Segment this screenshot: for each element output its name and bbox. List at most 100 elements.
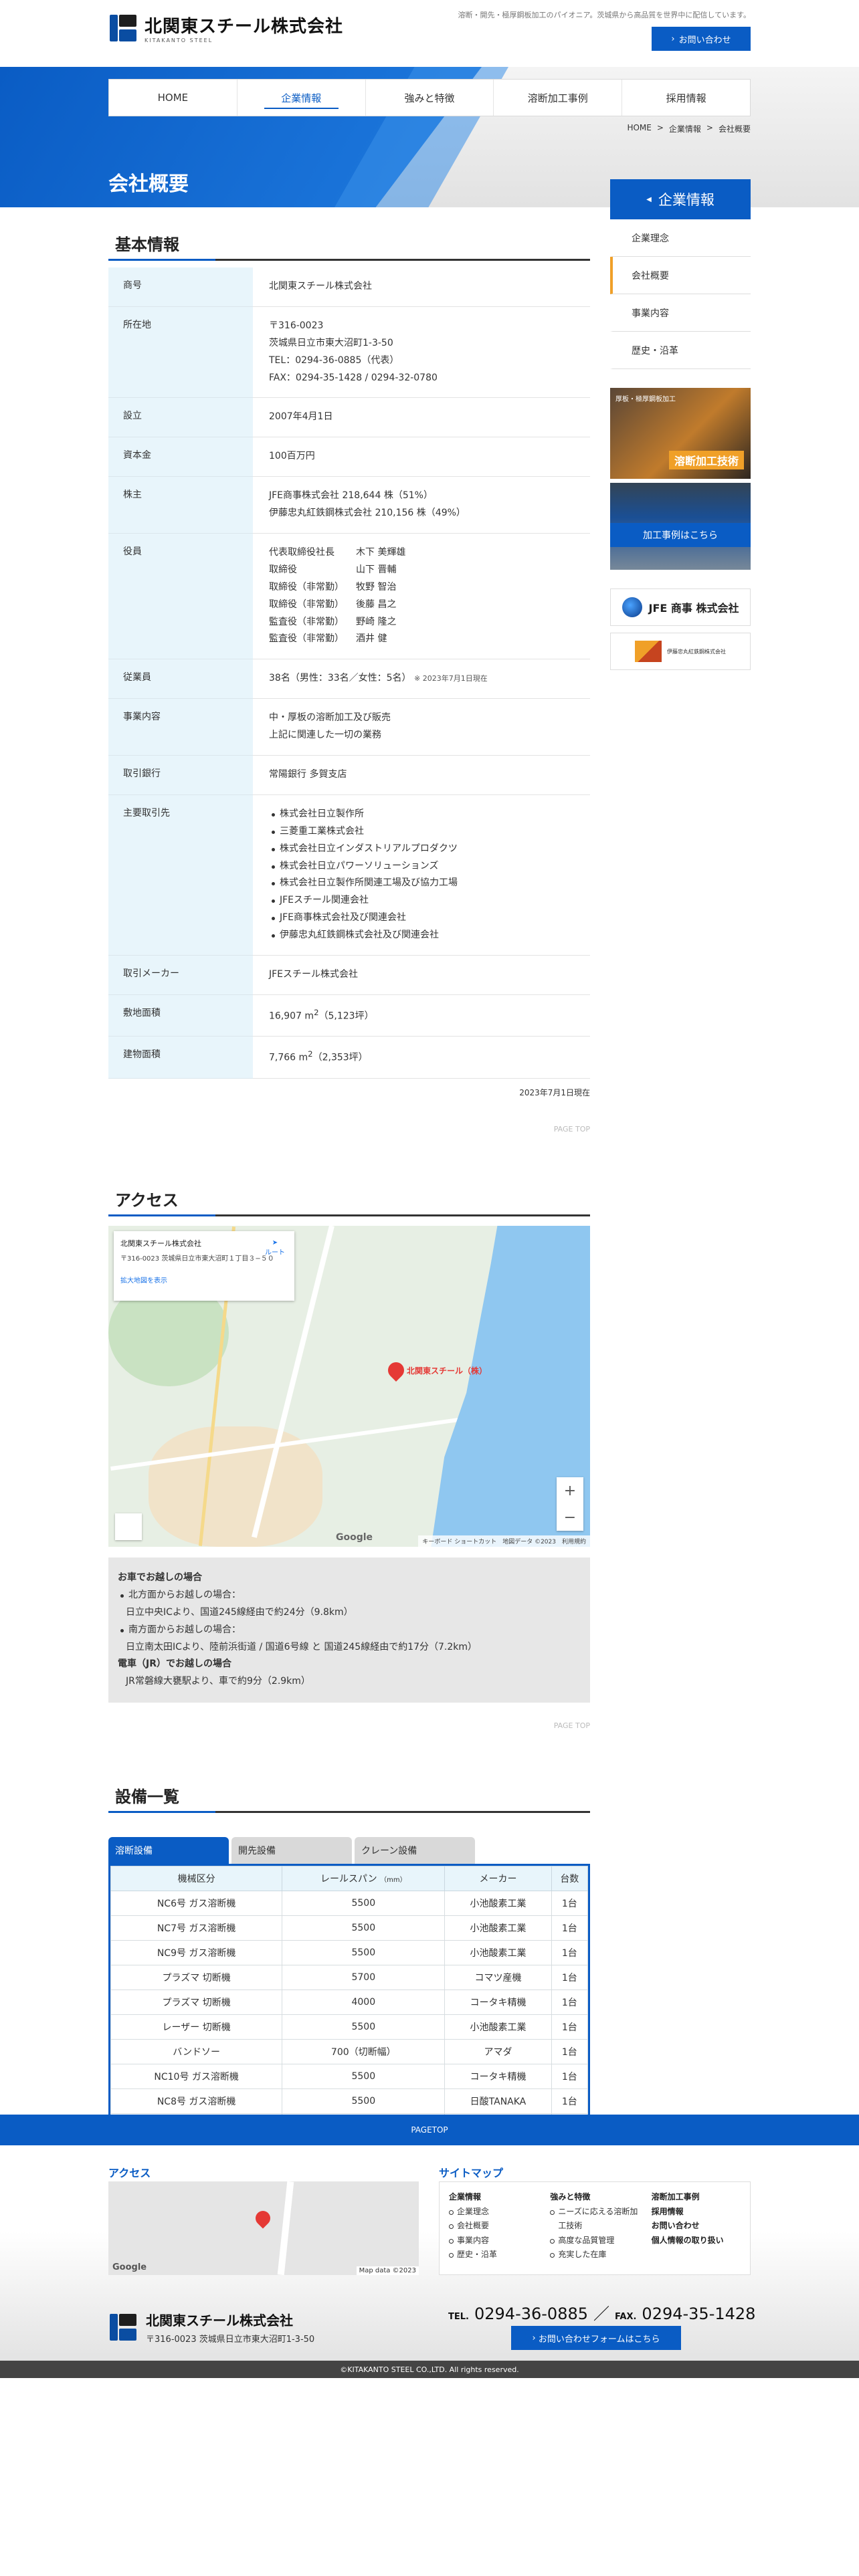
sitemap-link[interactable]: 企業理念 (449, 2205, 538, 2220)
nav-strengths[interactable]: 強みと特徴 (366, 80, 494, 116)
page-top-link[interactable]: PAGE TOP (554, 1125, 590, 1134)
zoom-out-button[interactable]: − (557, 1504, 583, 1531)
map-pin-icon (252, 2208, 274, 2229)
table-row: バンドソー 700（切断幅） アマダ 1台 (110, 2039, 589, 2065)
contact-form-button[interactable]: › お問い合わせフォームはこちら (511, 2326, 681, 2350)
google-map[interactable]: 北関東スチール株式会社 〒316-0023 茨城県日立市東大沼町１丁目３−５０ … (108, 1226, 590, 1547)
sitemap-link[interactable]: 企業情報 (449, 2190, 538, 2205)
larger-map-link[interactable]: 拡大地図を表示 (120, 1275, 288, 1285)
logo-text: 北関東スチール株式会社 (145, 17, 344, 37)
table-row: NC10号 ガス溶断機 5500 コータキ精機 1台 (110, 2064, 589, 2090)
footer-access-title: アクセス (108, 2167, 151, 2179)
sitemap-link[interactable]: 会社概要 (449, 2219, 538, 2234)
sitemap-link[interactable]: 高度な品質管理 (550, 2234, 639, 2248)
list-item: 北方面からお越しの場合： (118, 1587, 581, 1604)
map-pin-label: 北関東スチール（株） (407, 1366, 488, 1376)
marubeni-itochu-logo[interactable]: 伊藤忠丸紅鉄鋼株式会社 (610, 633, 751, 670)
map-info-card: 北関東スチール株式会社 〒316-0023 茨城県日立市東大沼町１丁目３−５０ … (114, 1231, 294, 1301)
banner-cases[interactable]: 加工事例はこちら (610, 483, 751, 570)
directions-icon: ➤ (272, 1239, 278, 1247)
sitemap-link[interactable]: ニーズに応える溶断加工技術 (550, 2205, 639, 2234)
logo-mark-icon (108, 12, 139, 44)
footer-pagetop-bar[interactable]: PAGETOP (0, 2115, 859, 2145)
equipment-tabs: 溶断設備 開先設備 クレーン設備 (108, 1837, 590, 1864)
breadcrumb-company[interactable]: 企業情報 (669, 123, 701, 134)
google-logo: Google (336, 1532, 373, 1543)
street-view-button[interactable] (115, 1513, 142, 1541)
breadcrumb-home[interactable]: HOME (627, 123, 651, 134)
table-row: 取引銀行 常陽銀行 多賀支店 (108, 755, 590, 795)
table-row: 設立 2007年4月1日 (108, 397, 590, 438)
site-footer: アクセス サイトマップ Google Map data ©2023 企業情報 企業… (0, 2145, 859, 2361)
table-row: 商号 北関東スチール株式会社 (108, 267, 590, 307)
list-item: 株式会社日立インダストリアルプロダクツ (269, 841, 574, 858)
list-item: 株式会社日立製作所関連工場及び協力工場 (269, 875, 574, 892)
sidebar-item-overview[interactable]: 会社概要 (610, 257, 751, 294)
table-row: プラズマ 切断機 4000 コータキ精機 1台 (110, 1990, 589, 2016)
map-attribution[interactable]: キーボード ショートカット 地図データ ©2023 利用規約 (418, 1535, 590, 1547)
triangle-icon: ◀ (646, 195, 652, 203)
tab-cutting[interactable]: 溶断設備 (108, 1837, 229, 1864)
list-item: 南方面からお越しの場合： (118, 1622, 581, 1639)
sidebar-item-philosophy[interactable]: 企業理念 (610, 219, 751, 257)
table-row: 敷地面積 16,907 m2（5,123坪） (108, 994, 590, 1037)
footer-map[interactable]: Google Map data ©2023 (108, 2181, 419, 2275)
nav-home[interactable]: HOME (109, 80, 237, 116)
as-of-date: 2023年7月1日現在 (519, 1088, 590, 1098)
site-logo[interactable]: 北関東スチール株式会社 KITAKANTO STEEL (108, 12, 343, 44)
logo-en: KITAKANTO STEEL (145, 37, 213, 43)
company-info-table: 商号 北関東スチール株式会社 所在地 〒316-0023 茨城県日立市東大沼町1-3-… (108, 267, 590, 1079)
list-item: 株式会社日立製作所 (269, 806, 574, 823)
table-row: 所在地 〒316-0023 茨城県日立市東大沼町1-3-50 TEL：0294-36-… (108, 306, 590, 399)
zoom-in-button[interactable]: + (557, 1477, 583, 1504)
footer-phone: TEL. 0294-36-0885 ／ FAX. 0294-35-1428 (448, 2304, 756, 2323)
logo-mark-icon (108, 2311, 139, 2343)
page-title: 会社概要 (108, 173, 189, 196)
sitemap-link[interactable]: お問い合わせ (652, 2219, 741, 2234)
sidebar-item-business[interactable]: 事業内容 (610, 294, 751, 332)
page-top-link[interactable]: PAGE TOP (554, 1721, 590, 1730)
sitemap-link[interactable]: 個人情報の取り扱い (652, 2234, 741, 2248)
footer-logo: 北関東スチール株式会社 〒316-0023 茨城県日立市東大沼町1-3-50 (108, 2310, 314, 2345)
table-row: 主要取引先 株式会社日立製作所 三菱重工業株式会社 株式会社日立インダストリアル… (108, 794, 590, 956)
tab-bevel[interactable]: 開先設備 (231, 1837, 352, 1864)
breadcrumb-current: 会社概要 (718, 124, 751, 134)
sitemap-link[interactable]: 充実した在庫 (550, 2248, 639, 2262)
map-zoom-control: + − (557, 1477, 583, 1531)
map-pin-icon[interactable] (385, 1359, 407, 1382)
site-header: 北関東スチール株式会社 KITAKANTO STEEL 溶断・開先・極厚鋼板加工… (0, 0, 859, 67)
sitemap: 企業情報 企業理念 会社概要 事業内容 歴史・沿革 強みと特徴 ニーズに応える溶断加工… (439, 2181, 751, 2275)
list-item: 三菱重工業株式会社 (269, 823, 574, 841)
sitemap-link[interactable]: 歴史・沿革 (449, 2248, 538, 2262)
table-row: NC9号 ガス溶断機 5500 小池酸素工業 1台 (110, 1940, 589, 1966)
chevron-right-icon: › (532, 2333, 539, 2343)
chevron-right-icon: › (671, 33, 675, 44)
tab-crane[interactable]: クレーン設備 (355, 1837, 475, 1864)
sitemap-link[interactable]: 溶断加工事例 (652, 2190, 741, 2205)
list-item: 伊藤忠丸紅鉄鋼株式会社及び関連会社 (269, 927, 574, 944)
header-contact-button[interactable]: › お問い合わせ (652, 27, 751, 51)
list-item: 株式会社日立パワーソリューションズ (269, 858, 574, 875)
client-list: 株式会社日立製作所 三菱重工業株式会社 株式会社日立インダストリアルプロダクツ … (269, 806, 574, 944)
footer-sitemap-title: サイトマップ (439, 2167, 504, 2179)
sidebar-heading: ◀ 企業情報 (610, 179, 751, 219)
list-item: JFEスチール関連会社 (269, 892, 574, 909)
table-row: 建物面積 7,766 m2（2,353坪） (108, 1036, 590, 1079)
jfe-globe-icon (622, 597, 642, 617)
nav-company[interactable]: 企業情報 (237, 80, 366, 116)
sitemap-link[interactable]: 事業内容 (449, 2234, 538, 2248)
table-row: NC8号 ガス溶断機 5500 日酸TANAKA 1台 (110, 2088, 589, 2115)
table-row: NC7号 ガス溶断機 5500 小池酸素工業 1台 (110, 1915, 589, 1941)
sidebar: ◀ 企業情報 企業理念 会社概要 事業内容 歴史・沿革 厚板・極厚鋼板加工 溶断加工… (610, 179, 751, 670)
sitemap-link[interactable]: 強みと特徴 (550, 2190, 639, 2205)
tagline: 溶断・開先・極厚鋼板加工のパイオニア。茨城県から高品質を世界中に配信しています。 (458, 11, 751, 19)
table-row: 従業員 38名（男性：33名／女性：5名） ※ 2023年7月1日現在 (108, 659, 590, 700)
nav-recruit[interactable]: 採用情報 (622, 80, 750, 116)
table-row: 事業内容 中・厚板の溶断加工及び販売 上記に関連した一切の業務 (108, 698, 590, 756)
banner-cutting-tech[interactable]: 厚板・極厚鋼板加工 溶断加工技術 (610, 388, 751, 479)
nav-cases[interactable]: 溶断加工事例 (494, 80, 623, 116)
directions-button[interactable]: ➤ ルート (265, 1239, 285, 1257)
jfe-shoji-logo[interactable]: JFE 商事 株式会社 (610, 588, 751, 626)
sidebar-item-history[interactable]: 歴史・沿革 (610, 332, 751, 369)
sitemap-link[interactable]: 採用情報 (652, 2205, 741, 2220)
